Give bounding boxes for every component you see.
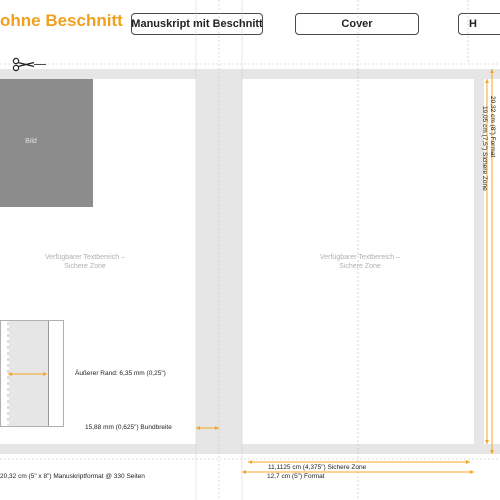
outer-margin-annotation: Äußerer Rand: 6,35 mm (0,25"): [75, 370, 166, 377]
diagram-lines-layer: [0, 0, 500, 500]
scissors-icon: [12, 57, 46, 72]
spine-width-annotation: 15,88 mm (0,625") Bundbreite: [85, 424, 172, 431]
height-format-annotation: 20,32 cm (8") Format: [489, 96, 496, 158]
format-width-annotation: 12,7 cm (5") Format: [267, 473, 325, 480]
manuscript-format-annotation: 20,32 cm (5" x 8") Manuskriptformat @ 33…: [0, 473, 145, 480]
safe-zone-width-annotation: 11,1125 cm (4,375") Sichere Zone: [268, 464, 367, 471]
height-safe-zone-annotation: 19,05 cm (7,5") Sichere Zone: [481, 106, 488, 191]
